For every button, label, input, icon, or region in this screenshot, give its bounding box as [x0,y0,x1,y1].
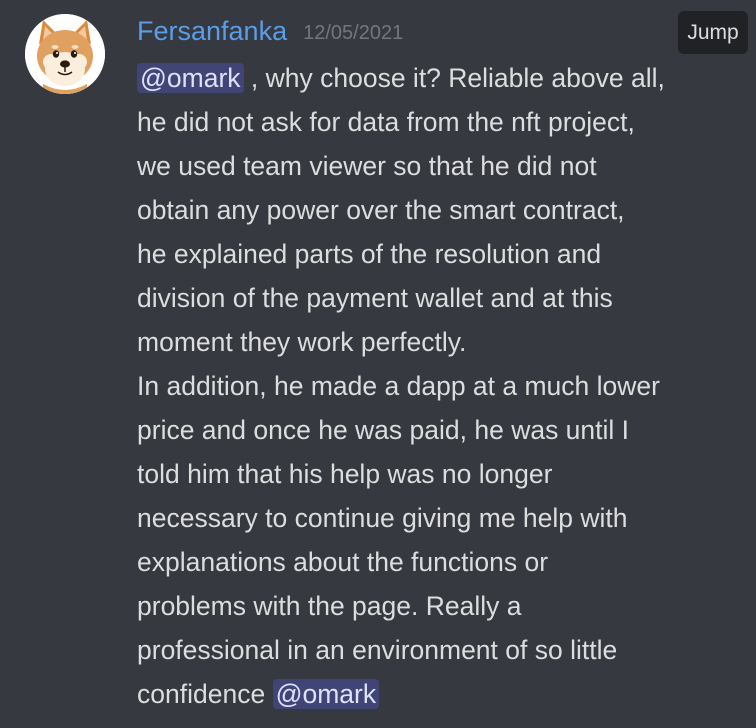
message-line: necessary to continue giving me help wit… [137,503,628,533]
message-line: told him that his help was no longer [137,459,553,489]
jump-button[interactable]: Jump [678,11,748,54]
shiba-dog-icon [25,14,105,94]
message-line: In addition, he made a dapp at a much lo… [137,371,660,401]
message-line: problems with the page. Really a [137,591,522,621]
message-line: price and once he was paid, he was until… [137,415,630,445]
message-line: professional in an environment of so lit… [137,635,618,665]
message-line: @omark , why choose it? Reliable above a… [137,56,737,100]
message-content: @omark , why choose it? Reliable above a… [137,56,737,716]
username[interactable]: Fersanfanka [137,16,287,47]
message-text: , why choose it? Reliable above all, [250,63,665,93]
message-line: division of the payment wallet and at th… [137,283,613,313]
message-text: confidence [137,679,266,709]
message-line: he did not ask for data from the nft pro… [137,107,635,137]
message-header: Fersanfanka 12/05/2021 [137,10,403,52]
user-avatar[interactable] [25,14,105,94]
message-line: he explained parts of the resolution and [137,239,602,269]
timestamp: 12/05/2021 [303,21,404,44]
chat-message: Fersanfanka 12/05/2021 Jump @omark , why… [0,0,756,728]
message-line: obtain any power over the smart contract… [137,195,625,225]
message-line: we used team viewer so that he did not [137,151,597,181]
message-line: explanations about the functions or [137,547,549,577]
message-line: moment they work perfectly. [137,327,467,357]
message-line: confidence @omark [137,672,737,716]
user-mention[interactable]: @omark [137,63,244,93]
user-mention[interactable]: @omark [272,679,380,709]
